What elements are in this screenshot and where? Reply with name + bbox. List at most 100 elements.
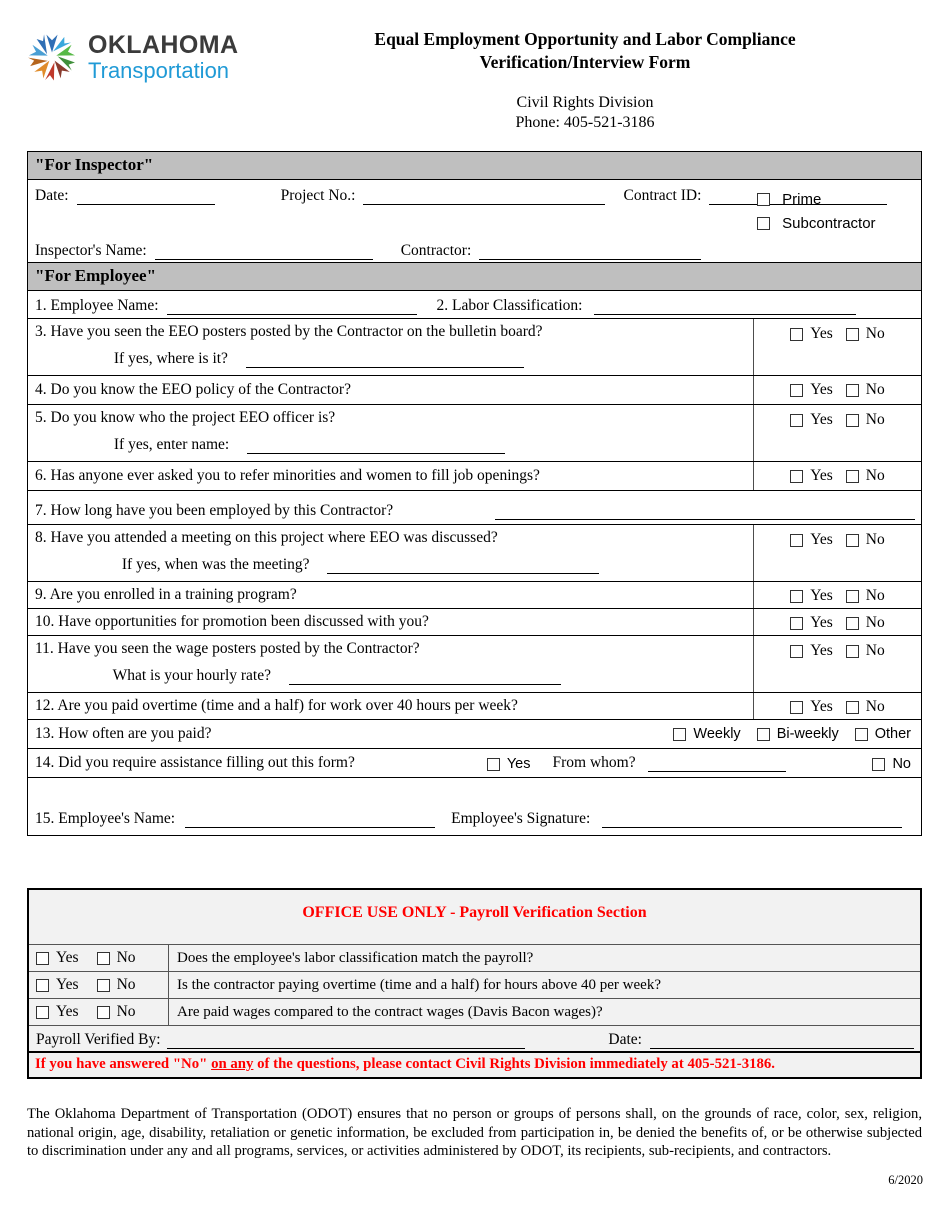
- office-row-2-yes-option[interactable]: Yes: [36, 976, 79, 994]
- question-3-yes-checkbox[interactable]: [790, 327, 804, 341]
- question-8-no-option[interactable]: No: [845, 531, 885, 549]
- employee-name-input[interactable]: [166, 295, 417, 315]
- office-row-1-yes-option[interactable]: Yes: [36, 949, 79, 967]
- office-row-3-checks: Yes No: [29, 999, 169, 1025]
- question-4-text: 4. Do you know the EEO policy of the Con…: [35, 381, 351, 398]
- question-5-no-option[interactable]: No: [845, 411, 885, 429]
- question-13-cell: 13. How often are you paid? Weekly Bi-we…: [28, 720, 921, 748]
- question-9-yes-checkbox[interactable]: [790, 589, 804, 603]
- question-10-yes-checkbox[interactable]: [790, 616, 804, 630]
- no-label: No: [116, 976, 136, 993]
- question-14-no-option[interactable]: No: [872, 756, 911, 772]
- question-13-biweekly-checkbox[interactable]: [756, 727, 770, 741]
- question-6-yes-option[interactable]: Yes: [790, 467, 833, 485]
- payroll-verified-by-input[interactable]: [166, 1029, 525, 1049]
- question-10-no-option[interactable]: No: [845, 614, 885, 632]
- prime-checkbox[interactable]: [757, 193, 770, 206]
- question-6-yes-checkbox[interactable]: [790, 469, 804, 483]
- question-13-other-option[interactable]: Other: [854, 726, 911, 742]
- question-14-yes-checkbox[interactable]: [486, 757, 500, 771]
- no-label: No: [865, 381, 885, 398]
- yes-label: Yes: [56, 1003, 79, 1020]
- question-12-yes-option[interactable]: Yes: [790, 698, 833, 716]
- question-13-weekly-option[interactable]: Weekly: [673, 726, 741, 742]
- office-row-3-yes-checkbox[interactable]: [36, 1005, 49, 1019]
- question-9-no-option[interactable]: No: [845, 587, 885, 605]
- subcontractor-checkbox[interactable]: [757, 217, 770, 230]
- question-11-no-option[interactable]: No: [845, 642, 885, 660]
- question-15-cell: 15. Employee's Name: Employee's Signatur…: [28, 778, 921, 835]
- question-3-no-checkbox[interactable]: [845, 327, 859, 341]
- question-10-no-checkbox[interactable]: [845, 616, 859, 630]
- question-9-yes-option[interactable]: Yes: [790, 587, 833, 605]
- row-question-13: 13. How often are you paid? Weekly Bi-we…: [28, 720, 921, 749]
- payroll-verified-row: Payroll Verified By: Date:: [29, 1026, 920, 1053]
- no-answer-warning: If you have answered "No" on any of the …: [29, 1053, 920, 1077]
- labor-classification-input[interactable]: [594, 295, 857, 315]
- office-use-only-section: OFFICE USE ONLY - Payroll Verification S…: [27, 888, 922, 1079]
- payroll-verified-date-input[interactable]: [650, 1029, 914, 1049]
- no-label: No: [116, 1003, 136, 1020]
- no-label: No: [865, 614, 885, 631]
- question-11-yes-checkbox[interactable]: [790, 644, 804, 658]
- yes-label: Yes: [810, 587, 833, 604]
- question-4-no-checkbox[interactable]: [845, 383, 859, 397]
- office-row-1-yes-checkbox[interactable]: [36, 951, 49, 965]
- question-5-yes-option[interactable]: Yes: [790, 411, 833, 429]
- question-14-yes-option[interactable]: Yes: [486, 756, 531, 772]
- question-6-no-option[interactable]: No: [845, 467, 885, 485]
- question-12-yes-checkbox[interactable]: [790, 700, 804, 714]
- project-no-input[interactable]: [363, 187, 606, 205]
- office-row-1-no-checkbox[interactable]: [96, 951, 110, 965]
- row-question-9: 9. Are you enrolled in a training progra…: [28, 582, 921, 609]
- question-3-yes-option[interactable]: Yes: [790, 325, 833, 343]
- question-12-no-checkbox[interactable]: [845, 700, 859, 714]
- project-no-label: Project No.:: [280, 187, 356, 204]
- question-11-yes-option[interactable]: Yes: [790, 642, 833, 660]
- employee-signature-name-input[interactable]: [185, 807, 436, 828]
- question-12-no-option[interactable]: No: [845, 698, 885, 716]
- question-11-sub-input[interactable]: [288, 667, 561, 685]
- office-row-2-no-checkbox[interactable]: [96, 978, 110, 992]
- question-8-no-checkbox[interactable]: [845, 533, 859, 547]
- employee-signature-label: Employee's Signature:: [451, 810, 591, 827]
- question-11-no-checkbox[interactable]: [845, 644, 859, 658]
- question-3-sub-input[interactable]: [245, 350, 524, 368]
- question-13-weekly-checkbox[interactable]: [673, 727, 687, 741]
- no-label: No: [865, 531, 885, 548]
- question-7-input[interactable]: [495, 501, 915, 520]
- office-row-3-no-checkbox[interactable]: [96, 1005, 110, 1019]
- question-6-no-checkbox[interactable]: [845, 469, 859, 483]
- employee-signature-input[interactable]: [602, 807, 903, 828]
- question-12-answers: Yes No: [753, 693, 921, 719]
- question-8-sub-input[interactable]: [327, 556, 600, 574]
- question-14-no-checkbox[interactable]: [872, 757, 886, 771]
- date-input[interactable]: [76, 187, 215, 205]
- question-5-yes-checkbox[interactable]: [790, 413, 804, 427]
- question-9-no-checkbox[interactable]: [845, 589, 859, 603]
- question-13-other-checkbox[interactable]: [854, 727, 868, 741]
- office-row-2-yes-checkbox[interactable]: [36, 978, 49, 992]
- contractor-input[interactable]: [479, 242, 702, 260]
- question-4-no-option[interactable]: No: [845, 381, 885, 399]
- question-5-no-checkbox[interactable]: [845, 413, 859, 427]
- office-row-3-no-option[interactable]: No: [96, 1003, 136, 1021]
- question-4-yes-option[interactable]: Yes: [790, 381, 833, 399]
- payroll-verified-date-label: Date:: [608, 1031, 642, 1048]
- inspector-contractor-row: Inspector's Name: Contractor: Prime Subc…: [28, 191, 921, 262]
- question-8-yes-checkbox[interactable]: [790, 533, 804, 547]
- question-3-no-option[interactable]: No: [845, 325, 885, 343]
- question-13-biweekly-option[interactable]: Bi-weekly: [756, 726, 839, 742]
- office-row-2-no-option[interactable]: No: [96, 976, 136, 994]
- office-row-3-yes-option[interactable]: Yes: [36, 1003, 79, 1021]
- question-10-yes-option[interactable]: Yes: [790, 614, 833, 632]
- nondiscrimination-disclaimer: The Oklahoma Department of Transportatio…: [27, 1106, 922, 1159]
- question-14-from-whom-input[interactable]: [647, 754, 786, 772]
- question-8-yes-option[interactable]: Yes: [790, 531, 833, 549]
- office-row-1-no-option[interactable]: No: [96, 949, 136, 967]
- inspector-name-input[interactable]: [154, 242, 373, 260]
- contractor-type-group: Prime Subcontractor: [757, 188, 917, 236]
- question-11-sub: What is your hourly rate?: [35, 658, 747, 689]
- question-5-sub-input[interactable]: [247, 436, 506, 454]
- question-4-yes-checkbox[interactable]: [790, 383, 804, 397]
